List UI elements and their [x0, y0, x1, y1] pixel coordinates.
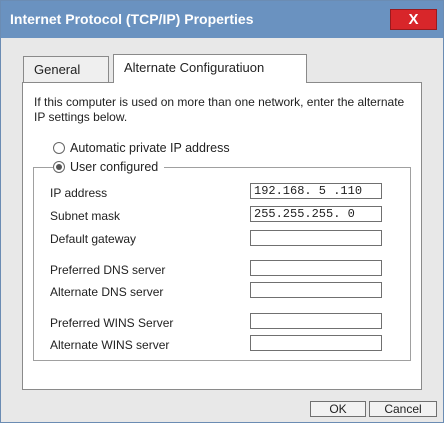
title-bar[interactable]: Internet Protocol (TCP/IP) Properties X	[1, 1, 443, 38]
default-gateway-label: Default gateway	[50, 232, 137, 246]
user-configured-option[interactable]: User configured	[53, 160, 165, 174]
alternate-dns-label: Alternate DNS server	[50, 285, 164, 299]
preferred-dns-input[interactable]	[250, 260, 382, 276]
alternate-wins-label: Alternate WINS server	[50, 338, 170, 352]
ok-button[interactable]: OK	[310, 401, 366, 417]
user-configured-radio-button[interactable]	[53, 161, 65, 173]
preferred-dns-label: Preferred DNS server	[50, 263, 166, 277]
subnet-mask-input[interactable]: 255.255.255. 0	[250, 206, 382, 222]
default-gateway-input[interactable]	[250, 230, 382, 246]
intro-text: If this computer is used on more than on…	[34, 95, 405, 124]
alternate-wins-input[interactable]	[250, 335, 382, 351]
automatic-private-ip-option[interactable]: Automatic private IP address	[53, 141, 230, 155]
ip-address-input[interactable]: 192.168. 5 .110	[250, 183, 382, 199]
automatic-radio-button[interactable]	[53, 142, 65, 154]
subnet-mask-label: Subnet mask	[50, 209, 121, 223]
automatic-option-label: Automatic private IP address	[70, 141, 230, 155]
tcpip-properties-dialog: Internet Protocol (TCP/IP) Properties X …	[0, 0, 444, 423]
tab-alternate-configuration[interactable]: Alternate Configuratiuon	[113, 54, 307, 83]
close-button[interactable]: X	[390, 9, 437, 30]
ip-address-label: IP address	[50, 186, 108, 200]
preferred-wins-input[interactable]	[250, 313, 382, 329]
preferred-wins-label: Preferred WINS Server	[50, 316, 174, 330]
alternate-configuration-panel: If this computer is used on more than on…	[22, 82, 422, 390]
window-title: Internet Protocol (TCP/IP) Properties	[10, 11, 254, 27]
cancel-button[interactable]: Cancel	[369, 401, 437, 417]
user-configured-option-label: User configured	[70, 160, 159, 174]
tab-general[interactable]: General	[23, 56, 109, 82]
alternate-dns-input[interactable]	[250, 282, 382, 298]
